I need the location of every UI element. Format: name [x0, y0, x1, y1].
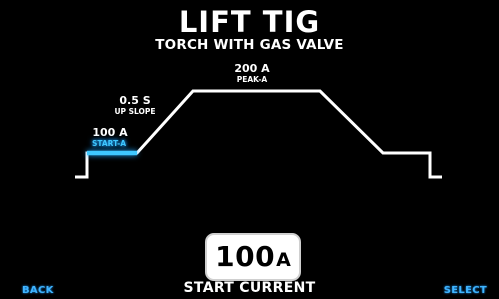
- back-button[interactable]: BACK: [22, 285, 54, 297]
- upslope-value: 0.5 S: [119, 94, 151, 107]
- welder-display-screen: LIFT TIG TORCH WITH GAS VALVE 200 A PEAK…: [0, 0, 499, 299]
- parameter-name: START CURRENT: [183, 280, 316, 296]
- select-button[interactable]: SELECT: [444, 285, 487, 297]
- start-current-value: 100 A: [92, 126, 128, 139]
- peak-current-label: PEAK-A: [236, 75, 268, 84]
- start-current-label[interactable]: START-A: [84, 139, 134, 148]
- upslope-label: UP SLOPE: [114, 107, 156, 116]
- peak-current-value: 200 A: [234, 62, 270, 75]
- parameter-value-display[interactable]: 100A: [205, 233, 301, 281]
- parameter-unit: A: [276, 249, 291, 271]
- parameter-value: 100: [215, 240, 276, 273]
